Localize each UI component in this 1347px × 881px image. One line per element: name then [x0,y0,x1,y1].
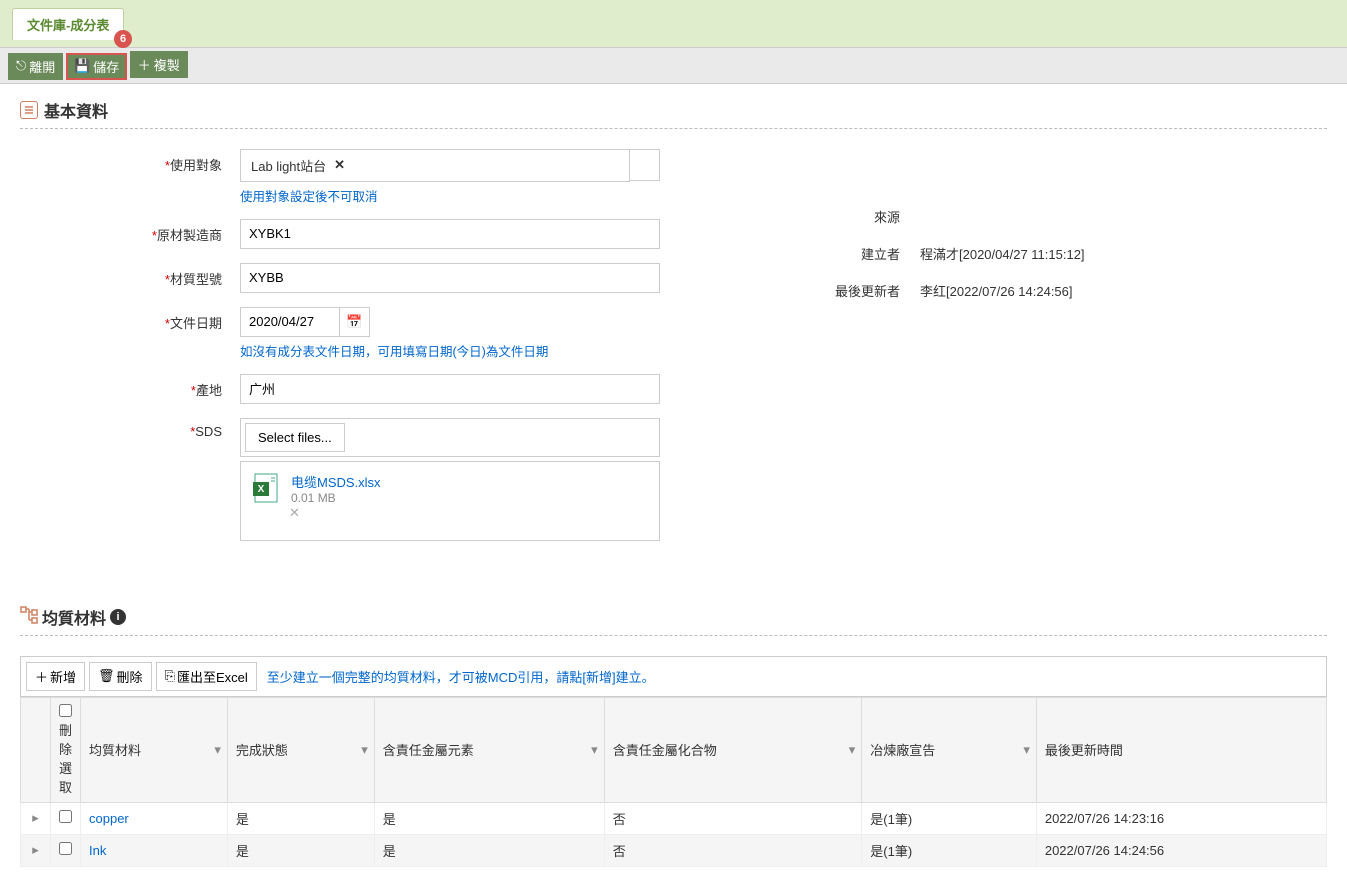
updater-label: 最後更新者 [780,281,920,300]
attachment-filesize: 0.01 MB [291,491,381,505]
grid-hint: 至少建立一個完整的均質材料，才可被MCD引用，請點[新增]建立。 [267,667,655,686]
origin-input[interactable] [240,374,660,404]
target-dropdown-button[interactable] [630,149,660,181]
divider [20,128,1327,129]
updater-value: 李红[2022/07/26 14:24:56] [920,281,1073,300]
tab-bar: 文件庫-成分表 6 [0,0,1347,47]
basic-section-header: 基本資料 [20,98,1327,122]
calendar-button[interactable]: 📅 [340,307,370,337]
col-status[interactable]: 完成狀態▾ [227,697,374,802]
cell-metal: 是 [374,834,604,866]
doc-date-input[interactable] [240,307,340,337]
select-all-checkbox[interactable] [59,704,72,717]
cell-status: 是 [227,834,374,866]
col-compound[interactable]: 含責任金屬化合物▾ [604,697,862,802]
material-link[interactable]: Ink [89,843,106,858]
exit-icon: ⎋ [16,58,26,74]
creator-value: 程滿才[2020/04/27 11:15:12] [920,244,1085,263]
excel-icon: ⎘ [165,668,175,684]
info-icon[interactable]: i [110,609,126,625]
leave-button[interactable]: ⎋離開 [8,53,63,80]
model-label: 材質型號 [170,272,222,287]
manufacturer-label: 原材製造商 [157,228,222,243]
material-link[interactable]: copper [89,811,129,826]
save-button[interactable]: 💾儲存 [66,53,127,80]
target-input[interactable]: Lab light站台 ✕ [240,149,630,182]
calendar-icon: 📅 [346,314,362,330]
filter-icon[interactable]: ▾ [361,742,368,758]
sds-label: SDS [195,424,222,439]
step-badge: 6 [114,30,132,48]
divider [20,635,1327,636]
expand-toggle[interactable]: ▸ [21,834,51,866]
table-row: ▸copper是是否是(1筆)2022/07/26 14:23:16 [21,802,1327,834]
doc-date-hint: 如沒有成分表文件日期，可用填寫日期(今日)為文件日期 [240,341,660,360]
col-delete-select: 刪除選取 [51,697,81,802]
cell-smelter: 是(1筆) [862,802,1037,834]
cell-compound: 否 [604,834,862,866]
materials-grid: 刪除選取 均質材料▾ 完成狀態▾ 含責任金屬元素▾ 含責任金屬化合物▾ 冶煉廠宣… [20,697,1327,867]
cell-smelter: 是(1筆) [862,834,1037,866]
excel-file-icon: X [251,472,283,504]
copy-button[interactable]: ＋複製 [130,51,188,78]
attachments-box: X 电缆MSDS.xlsx 0.01 MB ✕ [240,461,660,541]
cell-updated: 2022/07/26 14:24:56 [1036,834,1326,866]
attachment-filename[interactable]: 电缆MSDS.xlsx [291,472,381,491]
target-label: 使用對象 [170,158,222,173]
filter-icon[interactable]: ▾ [214,742,221,758]
basic-section-title: 基本資料 [44,98,108,122]
cell-status: 是 [227,802,374,834]
attachment-item: X 电缆MSDS.xlsx 0.01 MB [251,472,649,505]
manufacturer-input[interactable] [240,219,660,249]
select-files-button[interactable]: Select files... [245,423,345,452]
save-icon: 💾 [74,58,90,74]
plus-icon: ＋ [35,667,48,686]
row-checkbox[interactable] [59,842,72,855]
table-row: ▸Ink是是否是(1筆)2022/07/26 14:24:56 [21,834,1327,866]
row-checkbox[interactable] [59,810,72,823]
creator-label: 建立者 [780,244,920,263]
target-tag: Lab light站台 [245,154,332,177]
source-label: 來源 [780,207,920,226]
filter-icon[interactable]: ▾ [849,742,856,758]
cell-compound: 否 [604,802,862,834]
material-model-input[interactable] [240,263,660,293]
export-excel-button[interactable]: ⎘匯出至Excel [156,662,257,691]
trash-icon: 🗑 [98,668,115,684]
filter-icon[interactable]: ▾ [1023,742,1030,758]
homogeneous-section-title: 均質材料 [42,605,106,629]
target-hint: 使用對象設定後不可取消 [240,186,660,205]
expand-toggle[interactable]: ▸ [21,802,51,834]
list-icon [20,101,38,119]
col-smelter[interactable]: 冶煉廠宣告▾ [862,697,1037,802]
svg-text:X: X [258,484,265,495]
tree-icon [20,606,38,627]
action-toolbar: ⎋離開 💾儲存 ＋複製 [0,47,1347,84]
remove-tag-icon[interactable]: ✕ [334,157,345,173]
origin-label: 產地 [196,383,222,398]
col-updated[interactable]: 最後更新時間 [1036,697,1326,802]
plus-icon: ＋ [138,55,151,74]
col-expand [21,697,51,802]
add-button[interactable]: ＋新增 [26,662,85,691]
col-metal[interactable]: 含責任金屬元素▾ [374,697,604,802]
filter-icon[interactable]: ▾ [591,742,598,758]
delete-button[interactable]: 🗑刪除 [89,662,152,691]
doc-date-label: 文件日期 [170,316,222,331]
tab-document-composition[interactable]: 文件庫-成分表 [12,8,124,40]
homogeneous-section-header: 均質材料 i [20,605,1327,629]
cell-updated: 2022/07/26 14:23:16 [1036,802,1326,834]
cell-metal: 是 [374,802,604,834]
grid-toolbar: ＋新增 🗑刪除 ⎘匯出至Excel 至少建立一個完整的均質材料，才可被MCD引用… [20,656,1327,697]
attachment-remove-icon[interactable]: ✕ [289,505,649,521]
col-material[interactable]: 均質材料▾ [81,697,228,802]
